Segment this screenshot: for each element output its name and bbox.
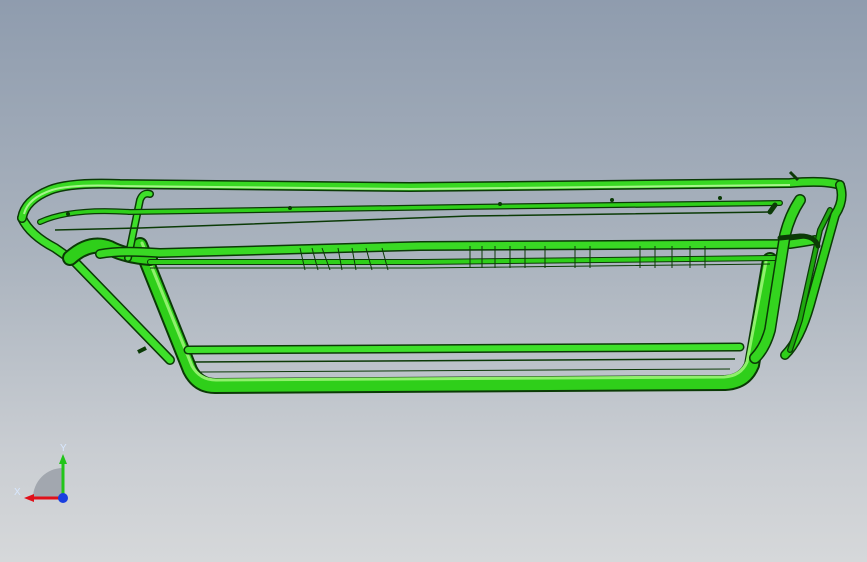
x-axis-label: X [14,487,21,498]
y-axis-label: Y [60,443,67,454]
tube-frame-model[interactable] [0,0,867,562]
coordinate-triad: Y X [14,443,68,503]
graphics-viewport[interactable]: Y X [0,0,867,562]
